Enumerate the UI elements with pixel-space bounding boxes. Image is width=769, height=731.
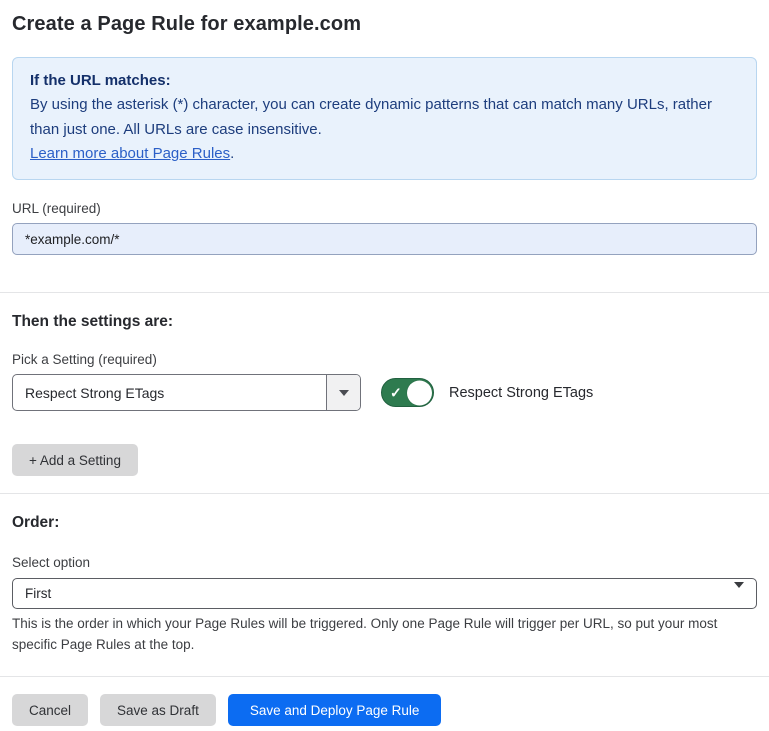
add-setting-button[interactable]: + Add a Setting (12, 444, 138, 476)
info-link-line: Learn more about Page Rules. (30, 142, 739, 166)
info-box-heading: If the URL matches: (30, 69, 739, 93)
learn-more-link[interactable]: Learn more about Page Rules (30, 145, 230, 162)
order-select-value: First (25, 586, 51, 601)
setting-dropdown[interactable]: Respect Strong ETags (12, 374, 361, 411)
cancel-button[interactable]: Cancel (12, 694, 88, 726)
setting-dropdown-arrow-button[interactable] (326, 375, 360, 410)
divider (0, 292, 769, 293)
save-deploy-button[interactable]: Save and Deploy Page Rule (228, 694, 442, 726)
info-box-body: By using the asterisk (*) character, you… (30, 93, 739, 142)
chevron-down-icon (734, 588, 744, 603)
order-select-label: Select option (12, 555, 757, 570)
footer-actions: Cancel Save as Draft Save and Deploy Pag… (12, 694, 757, 726)
create-page-rule-form: Create a Page Rule for example.com If th… (0, 13, 769, 731)
url-field-label: URL (required) (12, 201, 757, 216)
link-period: . (230, 145, 234, 162)
save-draft-button[interactable]: Save as Draft (100, 694, 216, 726)
order-select[interactable]: First (12, 578, 757, 609)
divider (0, 493, 769, 494)
settings-section-heading: Then the settings are: (12, 313, 757, 331)
setting-picker-label: Pick a Setting (required) (12, 352, 757, 367)
url-input[interactable] (12, 223, 757, 255)
page-title: Create a Page Rule for example.com (12, 13, 757, 36)
order-section-heading: Order: (12, 514, 757, 532)
toggle-knob (407, 380, 432, 405)
setting-toggle-label: Respect Strong ETags (449, 385, 593, 401)
chevron-down-icon (339, 390, 349, 396)
setting-toggle[interactable]: ✓ (381, 378, 434, 407)
setting-dropdown-value: Respect Strong ETags (13, 375, 326, 410)
divider (0, 676, 769, 677)
order-help-text: This is the order in which your Page Rul… (12, 614, 752, 656)
url-match-info-box: If the URL matches: By using the asteris… (12, 57, 757, 180)
setting-row: Respect Strong ETags ✓ Respect Strong ET… (12, 374, 757, 411)
check-icon: ✓ (390, 385, 402, 399)
